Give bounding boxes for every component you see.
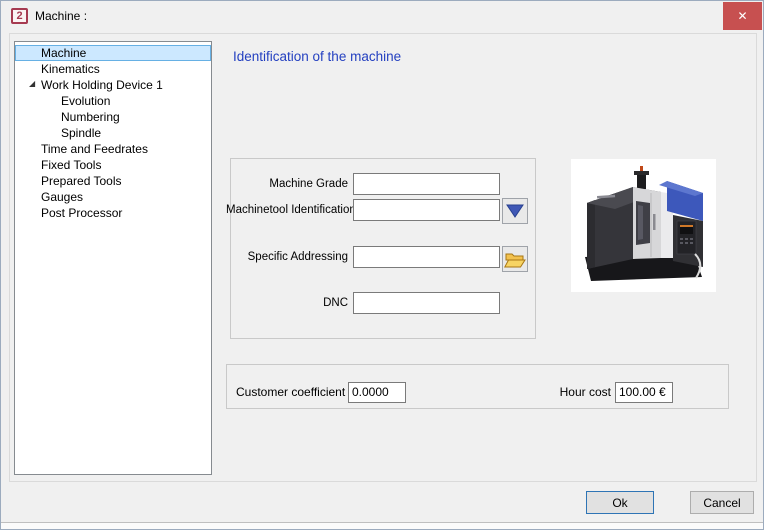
window-title: Machine :	[35, 9, 88, 23]
tree-item-gauges[interactable]: Gauges	[15, 189, 211, 205]
tree-item-fixed-tools[interactable]: Fixed Tools	[15, 157, 211, 173]
app-icon-glyph: 2	[16, 9, 23, 22]
dnc-label: DNC	[323, 297, 348, 309]
tree-item-work-holding-device-1[interactable]: ◢ Work Holding Device 1	[15, 77, 211, 93]
page-title: Identification of the machine	[233, 49, 402, 64]
titlebar[interactable]: 2 Machine : ✕	[1, 1, 763, 32]
tree-item-machine[interactable]: Machine	[15, 45, 211, 61]
cnc-machine-image	[571, 159, 716, 292]
machinetool-identification-row: Machinetool Identification	[226, 199, 500, 221]
machine-photo	[571, 159, 716, 292]
customer-coefficient-label: Customer coefficient	[236, 385, 346, 399]
specific-addressing-label: Specific Addressing	[247, 251, 348, 263]
dnc-row: DNC	[226, 292, 500, 314]
tree-item-spindle[interactable]: Spindle	[15, 125, 211, 141]
tree-item-kinematics[interactable]: Kinematics	[15, 61, 211, 77]
dropdown-arrow-icon	[506, 204, 524, 218]
machine-dialog: 2 Machine : ✕ Machine Kinematics ◢ Work …	[0, 0, 764, 530]
machine-tree: Machine Kinematics ◢ Work Holding Device…	[14, 41, 212, 475]
tree-item-prepared-tools[interactable]: Prepared Tools	[15, 173, 211, 189]
app-icon: 2	[11, 8, 28, 24]
dnc-input[interactable]	[353, 292, 500, 314]
machinetool-identification-input[interactable]	[353, 199, 500, 221]
specific-addressing-input[interactable]	[353, 246, 500, 268]
hour-cost-input[interactable]	[615, 381, 673, 403]
specific-addressing-browse-button[interactable]	[502, 246, 528, 272]
tree-item-numbering[interactable]: Numbering	[15, 109, 211, 125]
customer-coefficient-row: Customer coefficient	[236, 381, 406, 403]
machinetool-identification-label: Machinetool Identification	[226, 204, 356, 216]
open-folder-icon	[504, 253, 526, 268]
close-button[interactable]: ✕	[723, 2, 762, 30]
tree-item-post-processor[interactable]: Post Processor	[15, 205, 211, 221]
expander-icon[interactable]: ◢	[29, 80, 35, 88]
machine-grade-label: Machine Grade	[269, 178, 348, 190]
specific-addressing-row: Specific Addressing	[226, 246, 500, 268]
tree-item-time-and-feedrates[interactable]: Time and Feedrates	[15, 141, 211, 157]
window-bottom-frame	[1, 522, 763, 529]
machine-grade-input[interactable]	[353, 173, 500, 195]
machine-grade-row: Machine Grade	[226, 173, 500, 195]
ok-button[interactable]: Ok	[586, 491, 654, 514]
hour-cost-label: Hour cost	[559, 385, 611, 399]
tree-item-evolution[interactable]: Evolution	[15, 93, 211, 109]
cancel-button[interactable]: Cancel	[690, 491, 754, 514]
close-icon: ✕	[737, 9, 748, 23]
machinetool-dropdown-button[interactable]	[502, 198, 528, 224]
hour-cost-row: Hour cost	[549, 381, 673, 403]
customer-coefficient-input[interactable]	[348, 381, 406, 403]
